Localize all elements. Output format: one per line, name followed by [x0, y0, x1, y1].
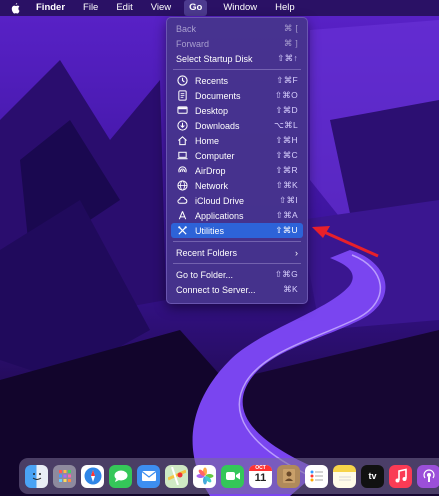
- menu-item-forward: Forward ⌘ ]: [171, 36, 303, 51]
- menu-bar: Finder File Edit View Go Window Help: [0, 0, 439, 16]
- podcasts-icon[interactable]: [417, 464, 439, 488]
- menu-item-label: Utilities: [195, 225, 225, 236]
- menu-item-downloads[interactable]: Downloads ⌥⌘L: [171, 118, 303, 133]
- menu-item-shortcut: ⇧⌘R: [275, 165, 298, 175]
- go-menu-dropdown: Back ⌘ [ Forward ⌘ ] Select Startup Disk…: [166, 17, 308, 304]
- menu-item-shortcut: ⇧⌘↑: [277, 53, 298, 63]
- menu-item-go-to-folder[interactable]: Go to Folder... ⇧⌘G: [171, 267, 303, 282]
- apple-tv-icon[interactable]: tv: [361, 464, 384, 488]
- menu-item-shortcut: ⇧⌘O: [274, 90, 298, 100]
- menu-item-shortcut: ⌘K: [283, 284, 298, 294]
- menu-item-connect-to-server[interactable]: Connect to Server... ⌘K: [171, 282, 303, 297]
- menu-item-documents[interactable]: Documents ⇧⌘O: [171, 88, 303, 103]
- menu-item-airdrop[interactable]: AirDrop ⇧⌘R: [171, 163, 303, 178]
- menu-file[interactable]: File: [81, 0, 100, 16]
- menu-view[interactable]: View: [149, 0, 173, 16]
- menu-item-label: Recents: [195, 75, 229, 86]
- dock: OCT 11 tv: [19, 458, 439, 494]
- menu-item-shortcut: ⌘ [: [283, 23, 298, 33]
- apple-tv-label: tv: [368, 471, 377, 481]
- menu-window[interactable]: Window: [221, 0, 259, 16]
- menu-item-label: Go to Folder...: [176, 269, 234, 280]
- menu-finder[interactable]: Finder: [34, 0, 67, 16]
- menu-item-shortcut: ⇧⌘H: [275, 135, 298, 145]
- menu-item-shortcut: ⇧⌘K: [275, 180, 298, 190]
- globe-icon: [176, 180, 188, 192]
- facetime-icon[interactable]: [221, 464, 244, 488]
- menu-item-icloud-drive[interactable]: iCloud Drive ⇧⌘I: [171, 193, 303, 208]
- menu-item-label: Recent Folders: [176, 247, 238, 258]
- menu-item-back: Back ⌘ [: [171, 21, 303, 36]
- calendar-day: 11: [254, 471, 267, 484]
- menu-item-utilities[interactable]: Utilities ⇧⌘U: [171, 223, 303, 238]
- menu-separator: [173, 241, 301, 242]
- menu-help[interactable]: Help: [273, 0, 297, 16]
- menu-item-shortcut: ⇧⌘F: [276, 75, 298, 85]
- menu-item-label: Desktop: [195, 105, 229, 116]
- clock-icon: [176, 75, 188, 87]
- menu-item-label: Connect to Server...: [176, 284, 256, 295]
- menu-separator: [173, 69, 301, 70]
- menu-item-shortcut: ⇧⌘A: [275, 210, 298, 220]
- menu-item-label: iCloud Drive: [195, 195, 245, 206]
- contacts-icon[interactable]: [277, 464, 300, 488]
- menu-item-applications[interactable]: Applications ⇧⌘A: [171, 208, 303, 223]
- photos-icon[interactable]: [193, 464, 216, 488]
- applications-icon: [176, 210, 188, 222]
- menu-item-shortcut: ⇧⌘U: [275, 225, 298, 235]
- mail-icon[interactable]: [137, 464, 160, 488]
- menu-item-computer[interactable]: Computer ⇧⌘C: [171, 148, 303, 163]
- menu-item-label: Forward: [176, 38, 210, 49]
- launchpad-icon[interactable]: [53, 464, 76, 488]
- menu-item-shortcut: ⇧⌘D: [275, 105, 298, 115]
- menu-item-desktop[interactable]: Desktop ⇧⌘D: [171, 103, 303, 118]
- menu-item-recent-folders[interactable]: Recent Folders ›: [171, 245, 303, 260]
- menu-item-label: Home: [195, 135, 220, 146]
- menu-item-label: Downloads: [195, 120, 240, 131]
- menu-edit[interactable]: Edit: [114, 0, 134, 16]
- menu-item-shortcut: ⇧⌘I: [279, 195, 298, 205]
- desktop-icon: [176, 105, 188, 117]
- menu-item-label: Back: [176, 23, 197, 34]
- apple-menu-icon[interactable]: [8, 1, 22, 15]
- menu-item-select-startup-disk[interactable]: Select Startup Disk ⇧⌘↑: [171, 51, 303, 66]
- menu-item-shortcut: ⌥⌘L: [274, 120, 298, 130]
- messages-icon[interactable]: [109, 464, 132, 488]
- menu-item-label: AirDrop: [195, 165, 226, 176]
- menu-item-recents[interactable]: Recents ⇧⌘F: [171, 73, 303, 88]
- reminders-icon[interactable]: [305, 464, 328, 488]
- music-icon[interactable]: [389, 464, 412, 488]
- home-icon: [176, 135, 188, 147]
- menu-item-label: Computer: [195, 150, 235, 161]
- finder-icon[interactable]: [25, 464, 48, 488]
- red-arrow-annotation: [312, 226, 379, 258]
- download-icon: [176, 120, 188, 132]
- maps-icon[interactable]: [165, 464, 188, 488]
- menu-item-shortcut: ⌘ ]: [283, 38, 298, 48]
- calendar-icon[interactable]: OCT 11: [249, 464, 272, 488]
- menu-item-label: Applications: [195, 210, 244, 221]
- menu-item-label: Select Startup Disk: [176, 53, 253, 64]
- cloud-icon: [176, 195, 188, 207]
- safari-icon[interactable]: [81, 464, 104, 488]
- menu-item-label: Network: [195, 180, 229, 191]
- chevron-right-icon: ›: [295, 247, 298, 258]
- menu-item-home[interactable]: Home ⇧⌘H: [171, 133, 303, 148]
- utilities-icon: [176, 225, 188, 237]
- document-icon: [176, 90, 188, 102]
- menu-item-shortcut: ⇧⌘C: [275, 150, 298, 160]
- airdrop-icon: [176, 165, 188, 177]
- notes-icon[interactable]: [333, 464, 356, 488]
- menu-item-shortcut: ⇧⌘G: [274, 269, 298, 279]
- menu-go[interactable]: Go: [184, 0, 208, 16]
- menu-separator: [173, 263, 301, 264]
- computer-icon: [176, 150, 188, 162]
- menu-item-label: Documents: [195, 90, 241, 101]
- menu-item-network[interactable]: Network ⇧⌘K: [171, 178, 303, 193]
